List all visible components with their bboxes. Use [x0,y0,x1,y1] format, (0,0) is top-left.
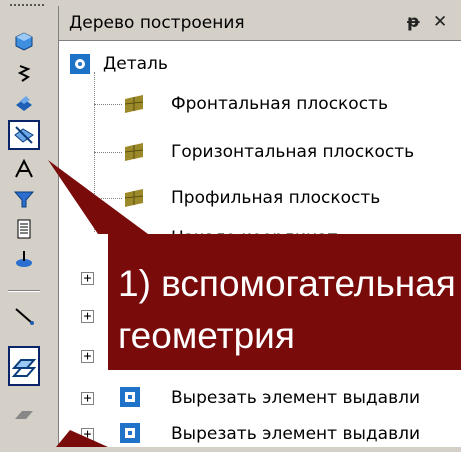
toolbar-separator [8,290,40,292]
tree-item-extrude-cut[interactable]: + Вырезать элемент выдавли [59,380,459,416]
tree-expander[interactable]: + [81,392,94,405]
sketch-icon[interactable] [8,58,40,88]
close-icon[interactable]: ✕ [433,12,447,32]
surface-icon[interactable] [8,400,40,430]
filter-icon[interactable] [8,184,40,214]
tree-expander[interactable]: + [81,310,94,323]
pin-icon[interactable]: ᵽ [407,12,420,32]
tree-item-front-plane[interactable]: Фронтальная плоскость [59,86,459,122]
tree-item-horizontal-plane[interactable]: Горизонтальная плоскость [59,134,459,170]
tree-expander[interactable]: + [81,350,94,363]
callout-text: 1) вспомогательная геометрия [118,263,456,356]
plane-create-icon[interactable] [8,346,40,386]
cut-icon[interactable] [8,88,40,118]
tree-item-label: Вырезать элемент выдавли [171,388,421,408]
build-tree-panel: Дерево построения ᵽ ✕ Деталь Фронтальная… [58,6,461,447]
tree-item-root[interactable]: Деталь [59,46,459,82]
annotation-callout: 1) вспомогательная геометрия [108,234,461,370]
tree-item-label: Фронтальная плоскость [171,94,388,114]
tree-expander[interactable]: + [81,428,94,441]
tree-item-label: Деталь [103,54,168,74]
panel-title: Дерево построения [69,13,245,33]
tree-item-label: Профильная плоскость [171,188,381,208]
tree-item-label: Вырезать элемент выдавли [171,424,421,444]
line-icon[interactable] [8,300,40,330]
toolbar-grip[interactable] [10,4,44,8]
edit-icon[interactable] [8,244,40,274]
extrude-cut-icon [120,423,140,443]
part-icon [70,54,90,74]
tree-expander[interactable]: + [81,272,94,285]
measure-icon[interactable] [8,154,40,184]
spec-icon[interactable] [8,214,40,244]
plane-icon [124,143,144,161]
extrude-cut-icon [120,387,140,407]
extrude-icon[interactable] [8,26,40,56]
auxiliary-geometry-icon[interactable] [8,120,40,150]
vertical-toolbar [0,0,54,447]
tree-item-label: Горизонтальная плоскость [171,142,415,162]
plane-icon [124,189,144,207]
plane-icon [124,95,144,113]
panel-header: Дерево построения ᵽ ✕ [59,6,461,41]
tree-item-profile-plane[interactable]: Профильная плоскость [59,180,459,216]
